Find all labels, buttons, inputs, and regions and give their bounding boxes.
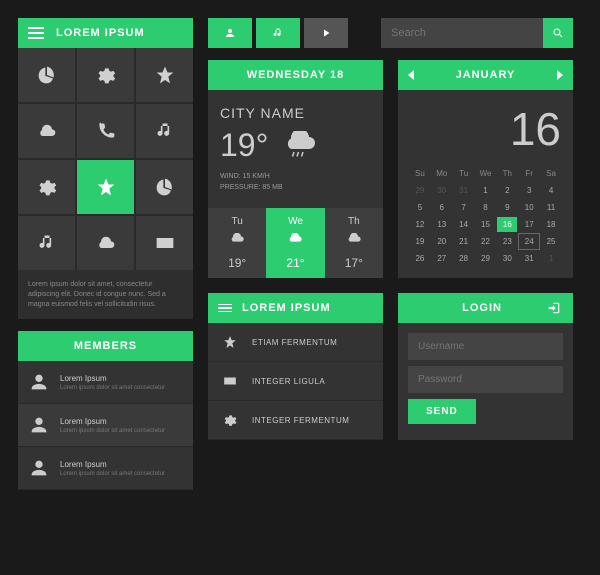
member-row[interactable]: Lorem IpsumLorem ipsum dolor sit amet co… <box>18 404 193 447</box>
calendar-card: JANUARY 16 SuMoTuWeThFrSa293031123456789… <box>398 60 573 278</box>
calendar-day[interactable]: 4 <box>541 183 561 198</box>
star-icon[interactable] <box>136 48 193 102</box>
calendar-day[interactable]: 24 <box>519 234 539 249</box>
calendar-header: JANUARY <box>398 60 573 90</box>
menu-card: LOREM IPSUM ETIAM FERMENTUMINTEGER LIGUL… <box>208 293 383 440</box>
dow-label: Su <box>410 166 430 181</box>
month-label: JANUARY <box>456 69 516 81</box>
calendar-day[interactable]: 20 <box>432 234 452 249</box>
forecast-day[interactable]: We21° <box>266 208 324 278</box>
calendar-day[interactable]: 30 <box>497 251 517 266</box>
calendar-day[interactable]: 6 <box>432 200 452 215</box>
calendar-day[interactable]: 16 <box>497 217 517 232</box>
calendar-day[interactable]: 25 <box>541 234 561 249</box>
pie-chart-icon[interactable] <box>18 48 75 102</box>
description: Lorem ipsum dolor sit amet, consectetur … <box>18 270 193 319</box>
menu-icon[interactable] <box>28 27 44 39</box>
user-button[interactable] <box>208 18 252 48</box>
weather-details: WIND: 15 KM/H PRESSURE: 85 MB <box>220 172 371 193</box>
prev-month-icon[interactable] <box>408 70 414 80</box>
dow-label: Fr <box>519 166 539 181</box>
calendar-day[interactable]: 15 <box>476 217 496 232</box>
gear-icon[interactable] <box>77 48 134 102</box>
calendar-day[interactable]: 12 <box>410 217 430 232</box>
calendar-day[interactable]: 31 <box>454 183 474 198</box>
cloud-icon[interactable] <box>18 104 75 158</box>
play-button[interactable] <box>304 18 348 48</box>
avatar-icon <box>28 457 50 479</box>
calendar-day[interactable]: 10 <box>519 200 539 215</box>
pie-chart-icon-2[interactable] <box>136 160 193 214</box>
big-date: 16 <box>410 102 561 156</box>
login-card: x LOGIN SEND <box>398 293 573 440</box>
member-row[interactable]: Lorem IpsumLorem ipsum dolor sit amet co… <box>18 447 193 490</box>
mail-icon[interactable] <box>136 216 193 270</box>
send-button[interactable]: SEND <box>408 399 476 424</box>
avatar-icon <box>28 414 50 436</box>
app-header: LOREM IPSUM <box>18 18 193 48</box>
calendar-day[interactable]: 9 <box>497 200 517 215</box>
icon-grid <box>18 48 193 270</box>
calendar-day[interactable]: 23 <box>497 234 517 249</box>
login-arrow-icon <box>547 301 561 315</box>
login-header: x LOGIN <box>398 293 573 323</box>
calendar-day[interactable]: 31 <box>519 251 539 266</box>
dow-label: Mo <box>432 166 452 181</box>
weather-card: WEDNESDAY 18 CITY NAME 19° WIND: 15 KM/H… <box>208 60 383 278</box>
music-icon[interactable] <box>136 104 193 158</box>
weather-date: WEDNESDAY 18 <box>208 60 383 90</box>
music-button[interactable] <box>256 18 300 48</box>
menu-item[interactable]: INTEGER FERMENTUM <box>208 401 383 440</box>
forecast-day[interactable]: Tu19° <box>208 208 266 278</box>
music-icon-2[interactable] <box>18 216 75 270</box>
phone-icon[interactable] <box>77 104 134 158</box>
dow-label: We <box>476 166 496 181</box>
calendar-day[interactable]: 27 <box>432 251 452 266</box>
calendar-day[interactable]: 8 <box>476 200 496 215</box>
menu-hamburger-icon[interactable] <box>218 304 232 313</box>
calendar-day[interactable]: 2 <box>497 183 517 198</box>
dow-label: Tu <box>454 166 474 181</box>
search-input[interactable] <box>381 18 543 48</box>
cloud-icon-2[interactable] <box>77 216 134 270</box>
app-title: LOREM IPSUM <box>56 27 145 39</box>
dow-label: Th <box>497 166 517 181</box>
calendar-day[interactable]: 13 <box>432 217 452 232</box>
temperature: 19° <box>220 127 268 164</box>
calendar-day[interactable]: 11 <box>541 200 561 215</box>
calendar-day[interactable]: 17 <box>519 217 539 232</box>
search-button[interactable] <box>543 18 573 48</box>
member-row[interactable]: Lorem IpsumLorem ipsum dolor sit amet co… <box>18 361 193 404</box>
calendar-day[interactable]: 28 <box>454 251 474 266</box>
city-name: CITY NAME <box>220 105 371 121</box>
calendar-day[interactable]: 29 <box>410 183 430 198</box>
calendar-day[interactable]: 3 <box>519 183 539 198</box>
menu-item[interactable]: ETIAM FERMENTUM <box>208 323 383 362</box>
members-header: MEMBERS <box>18 331 193 361</box>
forecast-day[interactable]: Th17° <box>325 208 383 278</box>
calendar-day[interactable]: 1 <box>541 251 561 266</box>
calendar-day[interactable]: 1 <box>476 183 496 198</box>
menu-item[interactable]: INTEGER LIGULA <box>208 362 383 401</box>
members-card: MEMBERS Lorem IpsumLorem ipsum dolor sit… <box>18 331 193 490</box>
calendar-day[interactable]: 19 <box>410 234 430 249</box>
calendar-day[interactable]: 7 <box>454 200 474 215</box>
calendar-day[interactable]: 14 <box>454 217 474 232</box>
rain-cloud-icon <box>280 131 320 161</box>
password-input[interactable] <box>408 366 563 393</box>
dow-label: Sa <box>541 166 561 181</box>
star-icon-active[interactable] <box>77 160 134 214</box>
calendar-day[interactable]: 5 <box>410 200 430 215</box>
next-month-icon[interactable] <box>557 70 563 80</box>
username-input[interactable] <box>408 333 563 360</box>
calendar-day[interactable]: 30 <box>432 183 452 198</box>
calendar-day[interactable]: 22 <box>476 234 496 249</box>
menu-header: LOREM IPSUM <box>208 293 383 323</box>
calendar-day[interactable]: 21 <box>454 234 474 249</box>
calendar-day[interactable]: 29 <box>476 251 496 266</box>
calendar-day[interactable]: 26 <box>410 251 430 266</box>
calendar-day[interactable]: 18 <box>541 217 561 232</box>
avatar-icon <box>28 371 50 393</box>
gear-icon-2[interactable] <box>18 160 75 214</box>
